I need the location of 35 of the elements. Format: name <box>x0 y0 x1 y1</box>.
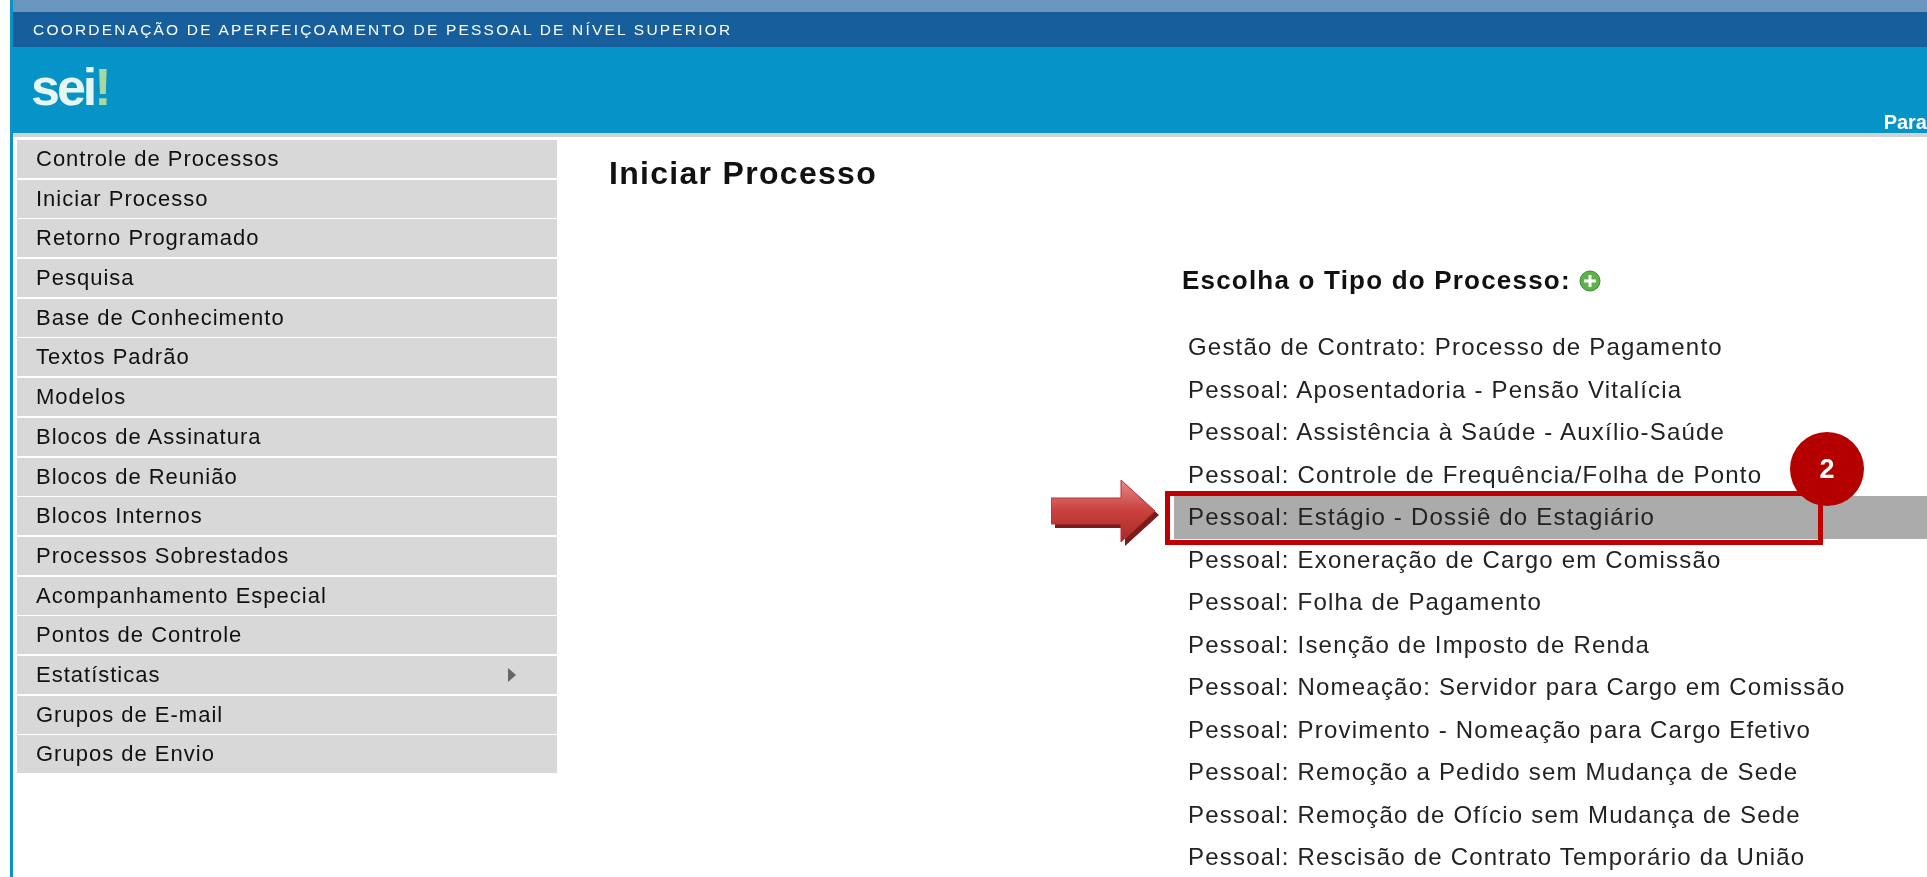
sidebar-item[interactable]: Retorno Programado <box>17 219 557 258</box>
process-type-item[interactable]: Pessoal: Aposentadoria - Pensão Vitalícia <box>1174 374 1687 405</box>
sidebar-item[interactable]: Grupos de Envio <box>17 735 557 774</box>
process-type-item[interactable]: Gestão de Contrato: Processo de Pagamento <box>1174 332 1727 363</box>
sidebar-item[interactable]: Modelos <box>17 378 557 417</box>
sidebar-item[interactable]: Blocos de Assinatura <box>17 417 557 456</box>
process-type-item[interactable]: Pessoal: Folha de Pagamento <box>1174 587 1546 618</box>
process-type-item[interactable]: Pessoal: Remoção de Ofício sem Mudança de Sede <box>1174 799 1805 830</box>
process-type-item[interactable]: Pessoal: Nomeação: Servidor para Cargo em Comissão <box>1174 672 1850 703</box>
process-type-item[interactable]: Pessoal: Assistência à Saúde - Auxílio-Saúde <box>1174 417 1730 448</box>
sidebar-item[interactable]: Blocos de Reunião <box>17 457 557 496</box>
sidebar-item[interactable]: Textos Padrão <box>17 338 557 377</box>
add-icon[interactable] <box>1578 269 1601 292</box>
sidebar-item[interactable]: Controle de Processos <box>17 140 557 178</box>
sidebar-item[interactable]: Base de Conhecimento <box>17 298 557 337</box>
sidebar-item[interactable]: Iniciar Processo <box>17 179 557 218</box>
process-type-item[interactable]: Pessoal: Provimento - Nomeação para Cargo Efetivo <box>1174 714 1816 745</box>
process-type-item[interactable]: Pessoal: Estágio - Dossiê do Estagiário <box>1174 496 1927 539</box>
sidebar-item[interactable]: Acompanhamento Especial <box>17 576 557 615</box>
process-type-item[interactable]: Pessoal: Isenção de Imposto de Renda <box>1174 629 1655 660</box>
sidebar-item[interactable]: Estatísticas <box>17 655 557 694</box>
process-type-item[interactable]: Pessoal: Exoneração de Cargo em Comissão <box>1174 544 1726 575</box>
sidebar-item[interactable]: Grupos de E-mail <box>17 695 557 734</box>
sidebar-item[interactable]: Blocos Internos <box>17 497 557 536</box>
organization-name: COORDENAÇÃO DE APERFEIÇOAMENTO DE PESSOAL DE NÍVEL SUPERIOR <box>33 20 733 39</box>
process-type-item[interactable]: Pessoal: Controle de Frequência/Folha de Ponto <box>1174 459 1767 490</box>
process-type-item[interactable]: Pessoal: Remoção a Pedido sem Mudança de Sede <box>1174 757 1803 788</box>
sidebar-item[interactable]: Pesquisa <box>17 259 557 298</box>
step-badge: 2 <box>1790 432 1864 506</box>
sidebar-item[interactable]: Processos Sobrestados <box>17 536 557 575</box>
process-type-item[interactable]: Pessoal: Rescisão de Contrato Temporário da União <box>1174 842 1810 873</box>
page-title: Iniciar Processo <box>609 154 878 193</box>
sidebar-item[interactable]: Pontos de Controle <box>17 616 557 655</box>
sei-logo: sei! <box>31 57 109 117</box>
section-title: Escolha o Tipo do Processo: <box>1182 265 1571 296</box>
